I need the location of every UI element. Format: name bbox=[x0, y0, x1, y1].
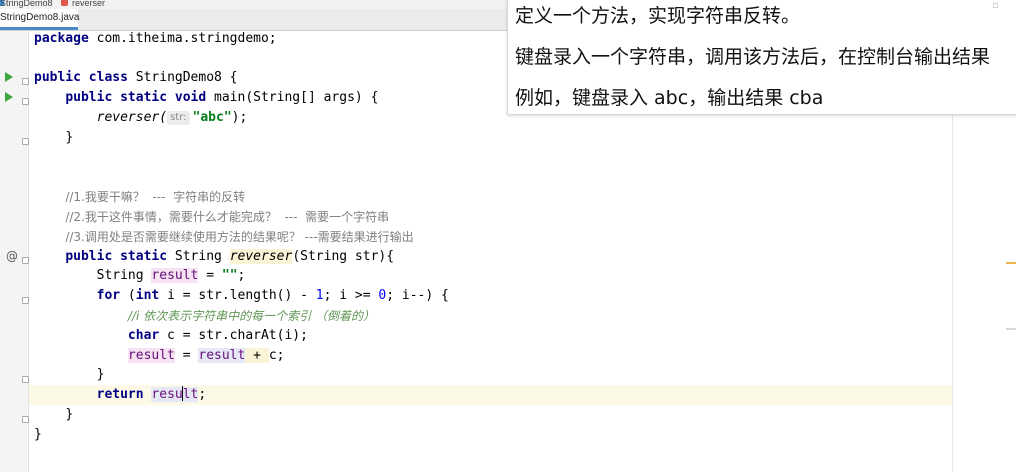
code-text: ; bbox=[198, 387, 207, 402]
variable-result: result bbox=[127, 348, 175, 363]
code-line-close-for[interactable]: } bbox=[34, 365, 105, 385]
keyword: package bbox=[34, 31, 89, 46]
code-text: c; bbox=[268, 348, 285, 363]
code-line-class[interactable]: public class StringDemo8 { bbox=[34, 68, 238, 88]
code-text: String bbox=[96, 268, 152, 283]
breadcrumb-file[interactable]: StringDemo8 bbox=[0, 0, 53, 8]
code-line-return[interactable]: return result; bbox=[34, 385, 206, 405]
keyword: public static bbox=[65, 249, 168, 264]
task-line-1: 定义一个方法，实现字符串反转。 bbox=[515, 5, 801, 27]
parameter-hint: str: bbox=[167, 111, 190, 125]
variable-part: resu bbox=[151, 387, 183, 402]
operator: + bbox=[245, 348, 269, 363]
code-line-for[interactable]: for (int i = str.length() - 1; i >= 0; i… bbox=[34, 286, 449, 306]
variable-part: lt bbox=[182, 387, 199, 402]
keyword: public static void bbox=[65, 90, 207, 105]
code-text: ( bbox=[120, 288, 136, 303]
code-line-result-decl[interactable]: String result = ""; bbox=[34, 266, 245, 286]
keyword: return bbox=[96, 387, 144, 402]
number-literal: 1 bbox=[315, 288, 324, 303]
method-name: reverser bbox=[229, 249, 293, 264]
code-text: ; i >= bbox=[323, 288, 379, 303]
code-line-close-main[interactable]: } bbox=[34, 128, 73, 148]
task-line-2: 键盘录入一个字符串，调用该方法后，在控制台输出结果 bbox=[515, 46, 991, 68]
tab-stringdemo8[interactable]: StringDemo8.java bbox=[0, 9, 80, 30]
window-control-icon[interactable]: ▫ bbox=[992, 0, 1006, 12]
comment: //1.我要干嘛？ --- 字符串的反转 bbox=[65, 190, 246, 204]
code-text: } bbox=[96, 367, 105, 382]
code-text: StringDemo8 { bbox=[127, 70, 238, 85]
run-class-icon[interactable] bbox=[5, 72, 13, 82]
comment: //i 依次表示字符串中的每一个索引 （倒着的） bbox=[127, 309, 375, 323]
code-text: = bbox=[174, 348, 199, 363]
fold-marker-icon[interactable] bbox=[22, 376, 29, 383]
keyword: int bbox=[135, 288, 160, 303]
scrollbar-marker[interactable] bbox=[1006, 262, 1016, 264]
variable-result: result bbox=[151, 268, 199, 283]
keyword: public bbox=[34, 70, 81, 85]
fold-marker-icon[interactable] bbox=[22, 297, 29, 304]
code-text: } bbox=[65, 130, 74, 145]
code-comment-1[interactable]: //1.我要干嘛？ --- 字符串的反转 bbox=[34, 187, 245, 207]
variable-result: result bbox=[198, 348, 246, 363]
code-text: } bbox=[34, 427, 42, 442]
variable-result: result bbox=[151, 386, 199, 402]
code-text: ); bbox=[231, 110, 248, 125]
comment: //3.调用处是否需要继续使用方法的结果呢？ ---需要结果进行输出 bbox=[65, 230, 414, 244]
string-literal: "abc" bbox=[192, 110, 232, 125]
code-comment-4[interactable]: //i 依次表示字符串中的每一个索引 （倒着的） bbox=[34, 306, 375, 326]
code-comment-2[interactable]: //2.我干这件事情，需要什么才能完成？ --- 需要一个字符串 bbox=[34, 207, 389, 227]
code-text: c = str.charAt(i); bbox=[159, 328, 308, 343]
scrollbar-marker[interactable] bbox=[1006, 328, 1016, 330]
code-text: } bbox=[65, 407, 74, 422]
code-text: ; bbox=[237, 268, 246, 283]
code-text: String bbox=[167, 249, 230, 264]
task-description-overlay: 定义一个方法，实现字符串反转。 键盘录入一个字符串，调用该方法后，在控制台输出结… bbox=[507, 0, 1016, 115]
code-text: i = str.length() - bbox=[159, 288, 316, 303]
code-line-method-decl[interactable]: public static String reverser(String str… bbox=[34, 247, 394, 267]
method-icon bbox=[61, 0, 68, 6]
code-line-package[interactable]: package com.itheima.stringdemo; bbox=[34, 29, 277, 49]
code-line-close-method[interactable]: } bbox=[34, 405, 73, 425]
code-comment-3[interactable]: //3.调用处是否需要继续使用方法的结果呢？ ---需要结果进行输出 bbox=[34, 227, 414, 247]
override-icon[interactable]: @ bbox=[6, 249, 18, 263]
fold-marker-icon[interactable] bbox=[22, 416, 29, 423]
keyword: for bbox=[96, 288, 121, 303]
method-call: reverser( bbox=[96, 110, 168, 125]
code-line-close-class[interactable]: } bbox=[34, 425, 42, 445]
code-line-concat[interactable]: result = result + c; bbox=[34, 346, 284, 366]
fold-marker-icon[interactable] bbox=[22, 257, 29, 264]
code-text: = bbox=[198, 268, 222, 283]
keyword: char bbox=[127, 328, 160, 343]
code-text: ; i--) { bbox=[386, 288, 449, 303]
tab-label: StringDemo8.java bbox=[0, 12, 80, 23]
fold-marker-icon[interactable] bbox=[22, 78, 29, 85]
code-text: main(String[] args) { bbox=[206, 90, 379, 105]
fold-marker-icon[interactable] bbox=[22, 138, 29, 145]
code-text: com.itheima.stringdemo; bbox=[88, 31, 277, 46]
code-text: (String str){ bbox=[292, 249, 395, 264]
code-line-char[interactable]: char c = str.charAt(i); bbox=[34, 326, 308, 346]
code-line-main[interactable]: public static void main(String[] args) { bbox=[34, 88, 378, 108]
keyword: class bbox=[88, 70, 128, 85]
fold-marker-icon[interactable] bbox=[22, 98, 29, 105]
comment: //2.我干这件事情，需要什么才能完成？ --- 需要一个字符串 bbox=[65, 210, 390, 224]
run-main-icon[interactable] bbox=[5, 92, 13, 102]
breadcrumb-method[interactable]: reverser bbox=[72, 0, 105, 8]
task-line-3: 例如，键盘录入 abc，输出结果 cba bbox=[515, 87, 824, 109]
code-line-call[interactable]: reverser(str: "abc"); bbox=[34, 108, 247, 128]
string-literal: "" bbox=[221, 268, 238, 283]
